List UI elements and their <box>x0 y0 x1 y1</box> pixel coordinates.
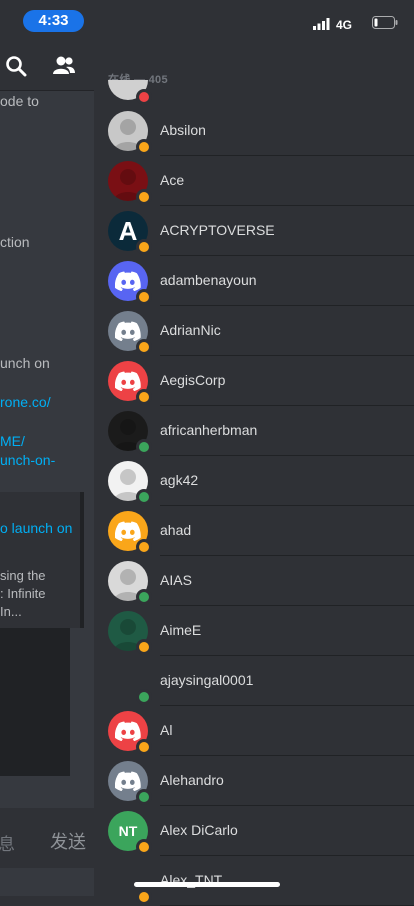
member-name: AimeE <box>160 622 202 638</box>
message-fragment: ction <box>0 234 30 250</box>
member-row[interactable]: adambenayoun <box>94 256 414 306</box>
member-name: AdrianNic <box>160 322 221 338</box>
member-row[interactable]: Alehandro <box>94 756 414 806</box>
embed-description: In... <box>0 604 22 619</box>
member-row[interactable]: Al <box>94 706 414 756</box>
member-row[interactable]: ahad <box>94 506 414 556</box>
members-icon[interactable] <box>52 55 76 82</box>
member-row[interactable]: AIAS <box>94 556 414 606</box>
member-row[interactable]: Ace <box>94 156 414 206</box>
discord-logo-icon <box>115 371 141 391</box>
discord-logo-icon <box>115 321 141 341</box>
message-fragment: unch on <box>0 355 50 371</box>
link-embed[interactable]: o launch on sing the : Infinite In... <box>0 492 84 628</box>
member-row[interactable]: ajaysingal0001 <box>94 656 414 706</box>
status-online-icon <box>136 689 152 705</box>
member-name: africanherbman <box>160 422 258 438</box>
discord-logo-icon <box>115 271 141 291</box>
member-row[interactable]: Alex_TNT <box>94 856 414 906</box>
member-row[interactable]: africanherbman <box>94 406 414 456</box>
message-fragment: ode to <box>0 93 39 109</box>
home-indicator[interactable] <box>134 882 280 887</box>
member-name: ACRYPTOVERSE <box>160 222 275 238</box>
status-idle-icon <box>136 889 152 905</box>
status-idle-icon <box>136 339 152 355</box>
status-idle-icon <box>136 639 152 655</box>
message-input[interactable]: 息 <box>0 830 15 855</box>
status-online-icon <box>136 589 152 605</box>
member-row[interactable]: A ACRYPTOVERSE <box>94 206 414 256</box>
member-name: AegisCorp <box>160 372 226 388</box>
discord-logo-icon <box>115 771 141 791</box>
member-name: ajaysingal0001 <box>160 672 254 688</box>
member-name: Al <box>160 722 173 738</box>
chat-panel: 4:33 ode to ction unch on rone.co/ ME/ u… <box>0 0 94 896</box>
status-idle-icon <box>136 239 152 255</box>
member-row[interactable]: agk42 <box>94 456 414 506</box>
status-idle-icon <box>136 389 152 405</box>
status-idle-icon <box>136 739 152 755</box>
status-idle-icon <box>136 839 152 855</box>
member-row[interactable]: AdrianNic <box>94 306 414 356</box>
status-online-icon <box>136 439 152 455</box>
message-link[interactable]: ME/ <box>0 433 25 449</box>
send-button[interactable]: 发送 <box>50 828 86 854</box>
avatar-initials: NT <box>118 823 138 839</box>
status-idle-icon <box>136 539 152 555</box>
discord-logo-icon <box>115 721 141 741</box>
member-name: Alehandro <box>160 772 224 788</box>
member-list-panel: 4G 在线 — 405 AbsilonAceAACRYPTOVERSEadamb… <box>94 0 414 906</box>
member-row[interactable]: AegisCorp <box>94 356 414 406</box>
avatar-initials: A <box>118 215 138 246</box>
status-idle-icon <box>136 289 152 305</box>
status-time: 4:33 <box>23 10 84 32</box>
search-icon[interactable] <box>5 55 27 82</box>
member-list: Absilon Ace A ACRYPTOVERSE adambenayoun Adria… <box>94 0 414 906</box>
member-name: Absilon <box>160 122 206 138</box>
member-name: AIAS <box>160 572 192 588</box>
discord-logo-icon <box>115 521 141 541</box>
member-row[interactable]: NT Alex DiCarlo <box>94 806 414 856</box>
embed-image[interactable] <box>0 628 70 776</box>
embed-title[interactable]: o launch on <box>0 520 72 536</box>
message-link[interactable]: rone.co/ <box>0 394 51 410</box>
member-name: adambenayoun <box>160 272 257 288</box>
embed-description: : Infinite <box>0 586 46 601</box>
status-idle-icon <box>136 189 152 205</box>
status-online-icon <box>136 789 152 805</box>
member-name: Alex DiCarlo <box>160 822 238 838</box>
status-idle-icon <box>136 139 152 155</box>
message-input-bar: 息 发送 <box>0 808 94 868</box>
member-name: agk42 <box>160 472 199 488</box>
embed-description: sing the <box>0 568 46 583</box>
member-name: Ace <box>160 172 185 188</box>
member-row[interactable]: AimeE <box>94 606 414 656</box>
member-row[interactable]: Absilon <box>94 106 414 156</box>
message-link[interactable]: unch-on- <box>0 452 55 468</box>
status-online-icon <box>136 489 152 505</box>
chat-header: 4:33 <box>0 0 94 91</box>
member-name: ahad <box>160 522 192 538</box>
